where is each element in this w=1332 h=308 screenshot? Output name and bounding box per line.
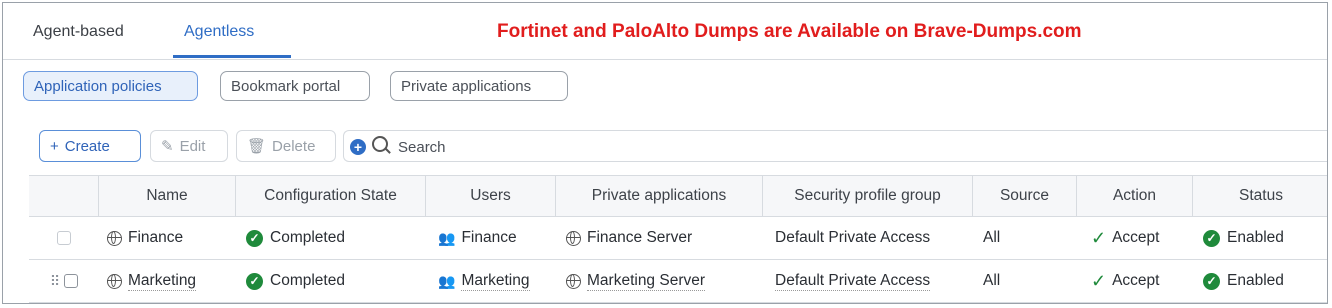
tab-agentless[interactable]: Agentless [184, 23, 254, 41]
cell-status: ✓ Enabled [1193, 217, 1327, 259]
header-security-profile-group[interactable]: Security profile group [763, 176, 973, 216]
header-action[interactable]: Action [1077, 176, 1193, 216]
user-group-icon: 👥 [438, 229, 456, 246]
cell-profile: Default Private Access [763, 217, 973, 259]
action-value: Accept [1112, 272, 1160, 289]
cell-source: All [973, 260, 1077, 302]
globe-icon [566, 230, 581, 246]
status-value: Enabled [1227, 229, 1284, 246]
profile-value: Default Private Access [775, 271, 931, 291]
row-checkbox[interactable] [64, 274, 79, 288]
source-value: All [983, 272, 1001, 289]
banner-text: Fortinet and PaloAlto Dumps are Availabl… [497, 21, 1082, 42]
edit-button[interactable]: ✎ Edit [150, 130, 228, 162]
check-circle-icon: ✓ [246, 229, 263, 247]
policy-table: Name Configuration State Users Private a… [29, 175, 1327, 303]
pencil-icon: ✎ [161, 138, 174, 155]
app-window: Agent-based Agentless Fortinet and PaloA… [2, 2, 1328, 304]
cell-users: 👥 Marketing [426, 260, 556, 302]
private-app-value: Marketing Server [587, 271, 706, 291]
subtab-private-applications[interactable]: Private applications [390, 71, 568, 101]
policy-name[interactable]: Marketing [128, 272, 197, 291]
check-circle-icon: ✓ [1203, 229, 1220, 247]
cell-config-state: ✓ Completed [236, 217, 426, 259]
table-row[interactable]: ⠿ Marketing ✓ Completed 👥 Marketing Market… [29, 260, 1327, 303]
search-input[interactable] [396, 135, 1000, 159]
header-name[interactable]: Name [99, 176, 236, 216]
toolbar: + Create ✎ Edit 🗑 Delete + [3, 123, 1327, 169]
top-tab-bar: Agent-based Agentless Fortinet and PaloA… [3, 3, 1327, 60]
row-select[interactable]: ⠿ [29, 260, 99, 302]
cell-status: ✓ Enabled [1193, 260, 1327, 302]
row-checkbox[interactable] [57, 231, 71, 245]
users-value: Marketing [461, 271, 530, 291]
cell-config-state: ✓ Completed [236, 260, 426, 302]
active-tab-indicator [173, 55, 291, 58]
check-circle-icon: ✓ [246, 272, 263, 290]
cell-private-app: Marketing Server [556, 260, 763, 302]
config-state: Completed [270, 229, 345, 246]
delete-label: Delete [272, 138, 316, 155]
header-users[interactable]: Users [426, 176, 556, 216]
subtab-application-policies[interactable]: Application policies [23, 71, 198, 101]
header-private-applications[interactable]: Private applications [556, 176, 763, 216]
source-value: All [983, 229, 1001, 246]
add-filter-icon[interactable]: + [350, 139, 366, 155]
cell-name: Finance [99, 217, 236, 259]
drag-handle-icon[interactable]: ⠿ [50, 273, 60, 290]
policy-name[interactable]: Finance [128, 229, 183, 247]
cell-profile: Default Private Access [763, 260, 973, 302]
action-value: Accept [1112, 229, 1160, 246]
row-select[interactable] [29, 217, 99, 259]
cell-action: ✓ Accept [1077, 260, 1193, 302]
globe-icon [107, 273, 122, 289]
trash-icon: 🗑 [247, 138, 267, 155]
header-select [29, 176, 99, 216]
cell-source: All [973, 217, 1077, 259]
globe-icon [107, 230, 122, 246]
table-row[interactable]: Finance ✓ Completed 👥 Finance Finance Serv… [29, 217, 1327, 260]
search-icon [372, 136, 388, 152]
globe-icon [566, 273, 581, 289]
user-group-icon: 👥 [438, 272, 456, 289]
cell-action: ✓ Accept [1077, 217, 1193, 259]
edit-label: Edit [179, 138, 206, 155]
search-bar: + [343, 130, 1327, 162]
header-configuration-state[interactable]: Configuration State [236, 176, 426, 216]
users-value: Finance [461, 229, 517, 246]
cell-users: 👥 Finance [426, 217, 556, 259]
status-value: Enabled [1227, 272, 1284, 289]
tab-agent-based[interactable]: Agent-based [33, 23, 124, 41]
table-header-row: Name Configuration State Users Private a… [29, 176, 1327, 217]
private-app-value: Finance Server [587, 229, 693, 246]
check-circle-icon: ✓ [1203, 272, 1220, 290]
cell-private-app: Finance Server [556, 217, 763, 259]
header-source[interactable]: Source [973, 176, 1077, 216]
cell-name: Marketing [99, 260, 236, 302]
create-label: Create [64, 138, 110, 155]
subtab-bookmark-portal[interactable]: Bookmark portal [220, 71, 370, 101]
checkmark-icon: ✓ [1091, 227, 1107, 248]
config-state: Completed [270, 272, 345, 289]
header-status[interactable]: Status [1193, 176, 1327, 216]
checkmark-icon: ✓ [1091, 270, 1107, 291]
delete-button[interactable]: 🗑 Delete [236, 130, 336, 162]
profile-value: Default Private Access [775, 229, 931, 246]
plus-icon: + [50, 138, 59, 155]
sub-tab-bar: Application policies Bookmark portal Pri… [3, 59, 1327, 117]
create-button[interactable]: + Create [39, 130, 141, 162]
